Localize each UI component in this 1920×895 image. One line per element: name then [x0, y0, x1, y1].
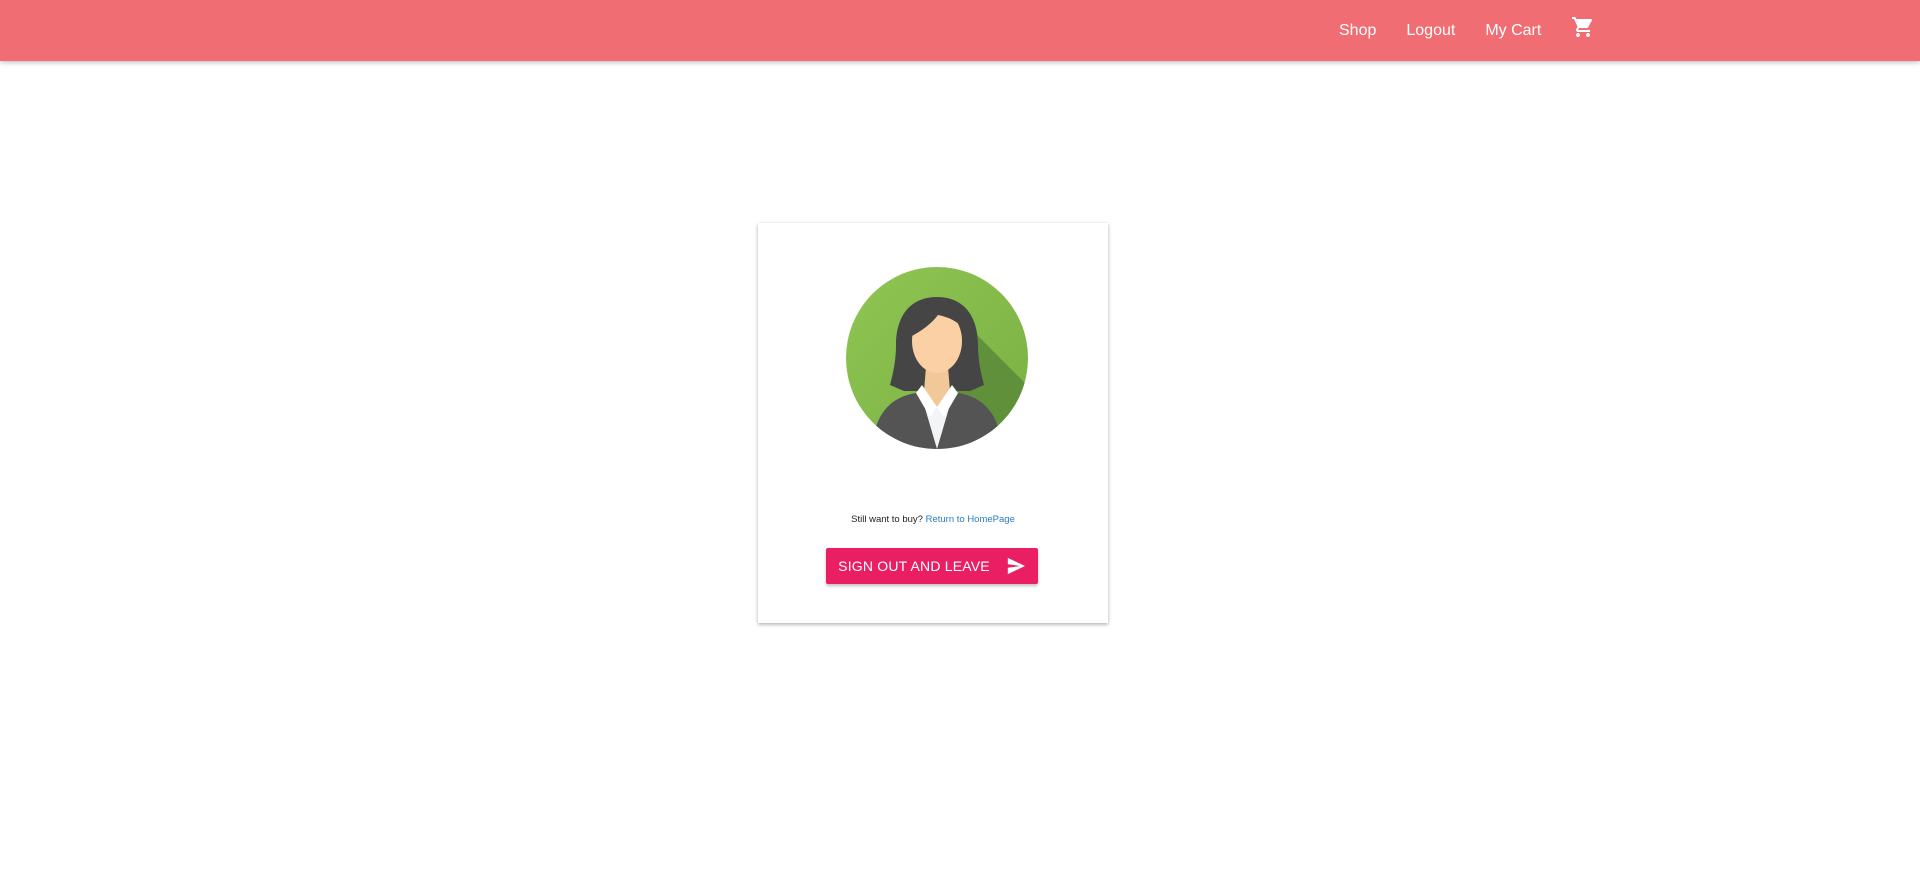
send-icon	[1006, 557, 1026, 575]
return-homepage-link[interactable]: Return to HomePage	[926, 514, 1015, 525]
prompt-text: Still want to buy?	[851, 514, 923, 525]
nav-links: Shop Logout My Cart	[1324, 0, 1610, 61]
nav-logout-link[interactable]: Logout	[1391, 0, 1470, 61]
user-avatar-icon	[846, 267, 1028, 449]
signout-card: Still want to buy? Return to HomePage SI…	[758, 223, 1108, 623]
sign-out-button-label: SIGN OUT AND LEAVE	[838, 558, 990, 574]
top-navbar: Shop Logout My Cart	[0, 0, 1920, 61]
nav-my-cart-link[interactable]: My Cart	[1470, 0, 1556, 61]
sign-out-button[interactable]: SIGN OUT AND LEAVE	[826, 548, 1038, 584]
nav-shop-link[interactable]: Shop	[1324, 0, 1391, 61]
return-prompt: Still want to buy? Return to HomePage	[758, 514, 1108, 525]
shopping-cart-icon[interactable]	[1556, 0, 1610, 57]
